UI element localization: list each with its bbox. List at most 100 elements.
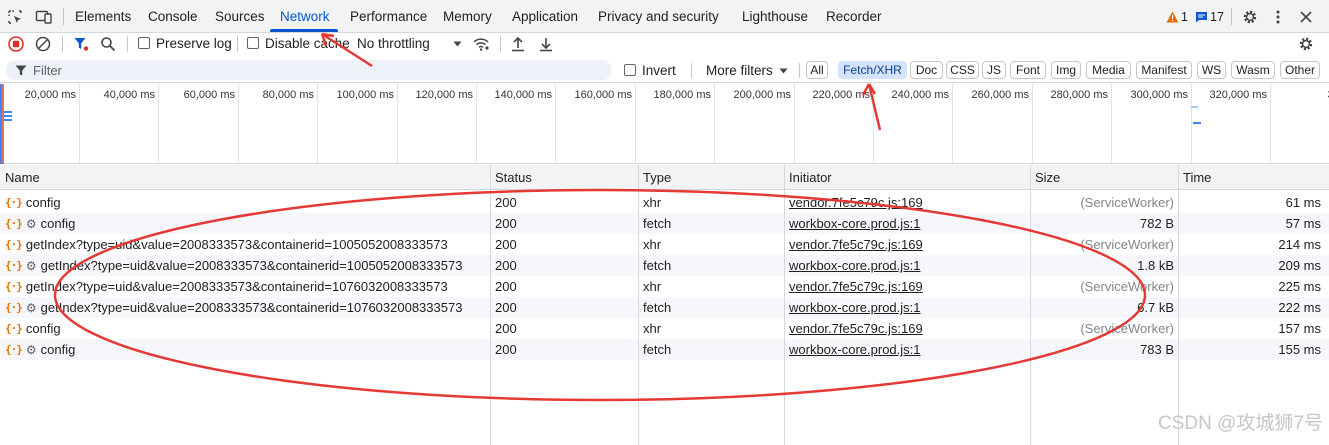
- request-type: fetch: [643, 216, 672, 231]
- request-bar: [1193, 122, 1201, 124]
- tab-elements[interactable]: Elements: [75, 0, 131, 32]
- column-initiator[interactable]: Initiator: [789, 165, 832, 190]
- request-name: getIndex?type=uid&value=2008333573&conta…: [25, 279, 448, 294]
- filter-pill-css[interactable]: CSS: [946, 61, 979, 79]
- device-toolbar-icon[interactable]: [34, 8, 54, 26]
- request-size: 782 B: [1140, 216, 1174, 231]
- tab-performance[interactable]: Performance: [350, 0, 427, 32]
- request-initiator-link[interactable]: workbox-core.prod.js:1: [789, 213, 921, 234]
- timeline-tick-label: 200,000 ms: [733, 89, 791, 101]
- preserve-log-checkbox[interactable]: [138, 37, 150, 49]
- inspect-element-icon[interactable]: [6, 8, 24, 26]
- tab-recorder[interactable]: Recorder: [826, 0, 882, 32]
- messages-counter[interactable]: 17: [1195, 9, 1224, 24]
- request-name-cell[interactable]: {·} ⚙ getIndex?type=uid&value=2008333573&c…: [5, 297, 462, 318]
- warning-icon: [1166, 11, 1179, 22]
- stop-recording-icon[interactable]: [7, 35, 25, 53]
- filter-pill-media[interactable]: Media: [1086, 61, 1131, 79]
- table-row[interactable]: {·} config 200 xhr vendor.7fe5c79c.js:169 (Se…: [0, 192, 1329, 213]
- filter-pill-fetch-xhr[interactable]: Fetch/XHR: [838, 61, 907, 79]
- network-overview-timeline[interactable]: 20,000 ms 40,000 ms 60,000 ms 80,000 ms 100,…: [0, 84, 1329, 164]
- filter-pill-manifest[interactable]: Manifest: [1136, 61, 1192, 79]
- request-name: getIndex?type=uid&value=2008333573&conta…: [40, 258, 463, 273]
- column-type[interactable]: Type: [643, 165, 671, 190]
- warnings-counter[interactable]: 1: [1166, 9, 1188, 24]
- filter-funnel-icon[interactable]: [72, 35, 90, 53]
- column-status[interactable]: Status: [495, 165, 532, 190]
- filter-input[interactable]: Filter: [6, 60, 612, 80]
- tab-memory[interactable]: Memory: [443, 0, 492, 32]
- request-name: config: [40, 216, 76, 231]
- filter-placeholder: Filter: [33, 63, 62, 78]
- column-name[interactable]: Name: [5, 165, 40, 190]
- request-time: 61 ms: [1285, 195, 1321, 210]
- request-name-cell[interactable]: {·} ⚙ config: [5, 339, 75, 360]
- request-name-cell[interactable]: {·} config: [5, 192, 61, 213]
- table-row[interactable]: {·} config 200 xhr vendor.7fe5c79c.js:169 (Se…: [0, 318, 1329, 339]
- chevron-down-icon[interactable]: [778, 67, 788, 75]
- tab-application[interactable]: Application: [512, 0, 578, 32]
- filter-pill-js[interactable]: JS: [982, 61, 1006, 79]
- filter-pill-img[interactable]: Img: [1051, 61, 1081, 79]
- filter-pill-other[interactable]: Other: [1280, 61, 1320, 79]
- more-filters-dropdown[interactable]: More filters: [706, 63, 773, 78]
- active-tab-indicator: [270, 29, 338, 32]
- request-size: 783 B: [1140, 342, 1174, 357]
- request-status: 200: [495, 279, 517, 294]
- tab-lighthouse[interactable]: Lighthouse: [742, 0, 808, 32]
- tab-console[interactable]: Console: [148, 0, 198, 32]
- table-row[interactable]: {·} getIndex?type=uid&value=2008333573&co…: [0, 234, 1329, 255]
- table-row[interactable]: {·} ⚙ config 200 fetch workbox-core.prod.js:1…: [0, 339, 1329, 360]
- chevron-down-icon[interactable]: [452, 39, 462, 49]
- table-row[interactable]: {·} ⚙ config 200 fetch workbox-core.prod.js:1…: [0, 213, 1329, 234]
- network-conditions-wifi-icon[interactable]: [472, 35, 490, 53]
- request-initiator-link[interactable]: workbox-core.prod.js:1: [789, 339, 921, 360]
- filter-pill-ws[interactable]: WS: [1197, 61, 1226, 79]
- request-name-cell[interactable]: {·} getIndex?type=uid&value=2008333573&co…: [5, 276, 448, 297]
- request-name-cell[interactable]: {·} getIndex?type=uid&value=2008333573&co…: [5, 234, 448, 255]
- xhr-request-icon: {·}: [5, 280, 23, 293]
- more-options-icon[interactable]: [1270, 8, 1286, 26]
- filter-pill-font[interactable]: Font: [1010, 61, 1046, 79]
- tab-network[interactable]: Network: [280, 0, 330, 32]
- request-time: 157 ms: [1278, 321, 1321, 336]
- invert-checkbox[interactable]: [624, 64, 636, 76]
- clear-log-icon[interactable]: [34, 35, 52, 53]
- request-name: config: [40, 342, 76, 357]
- service-worker-gear-icon: ⚙: [25, 258, 37, 273]
- request-initiator-link[interactable]: vendor.7fe5c79c.js:169: [789, 234, 923, 255]
- request-name-cell[interactable]: {·} ⚙ config: [5, 213, 75, 234]
- request-initiator-link[interactable]: workbox-core.prod.js:1: [789, 297, 921, 318]
- request-name-cell[interactable]: {·} ⚙ getIndex?type=uid&value=2008333573&c…: [5, 255, 462, 276]
- close-devtools-icon[interactable]: [1297, 8, 1315, 26]
- request-name-cell[interactable]: {·} config: [5, 318, 61, 339]
- tab-sources[interactable]: Sources: [215, 0, 265, 32]
- filter-pill-wasm[interactable]: Wasm: [1231, 61, 1275, 79]
- request-status: 200: [495, 195, 517, 210]
- filter-pill-all[interactable]: All: [806, 61, 828, 79]
- divider: [62, 36, 63, 52]
- request-initiator-link[interactable]: vendor.7fe5c79c.js:169: [789, 276, 923, 297]
- xhr-request-icon: {·}: [5, 301, 23, 314]
- search-icon[interactable]: [99, 35, 117, 53]
- throttling-select[interactable]: No throttling: [357, 36, 430, 51]
- import-har-upload-icon[interactable]: [509, 35, 527, 53]
- warnings-count: 1: [1181, 9, 1188, 24]
- table-row[interactable]: {·} ⚙ getIndex?type=uid&value=2008333573&c…: [0, 255, 1329, 276]
- filter-pill-doc[interactable]: Doc: [910, 61, 943, 79]
- request-status: 200: [495, 216, 517, 231]
- disable-cache-checkbox[interactable]: [247, 37, 259, 49]
- request-initiator-link[interactable]: vendor.7fe5c79c.js:169: [789, 318, 923, 339]
- column-size[interactable]: Size: [1035, 165, 1060, 190]
- network-settings-gear-icon[interactable]: [1297, 35, 1315, 53]
- request-initiator-link[interactable]: vendor.7fe5c79c.js:169: [789, 192, 923, 213]
- export-har-download-icon[interactable]: [537, 35, 555, 53]
- column-time[interactable]: Time: [1183, 165, 1211, 190]
- request-initiator-link[interactable]: workbox-core.prod.js:1: [789, 255, 921, 276]
- table-row[interactable]: {·} ⚙ getIndex?type=uid&value=2008333573&c…: [0, 297, 1329, 318]
- settings-gear-icon[interactable]: [1241, 8, 1259, 26]
- table-row[interactable]: {·} getIndex?type=uid&value=2008333573&co…: [0, 276, 1329, 297]
- tab-privacy-security[interactable]: Privacy and security: [598, 0, 719, 32]
- request-size: 6.7 kB: [1137, 300, 1174, 315]
- preserve-log-label: Preserve log: [156, 36, 232, 51]
